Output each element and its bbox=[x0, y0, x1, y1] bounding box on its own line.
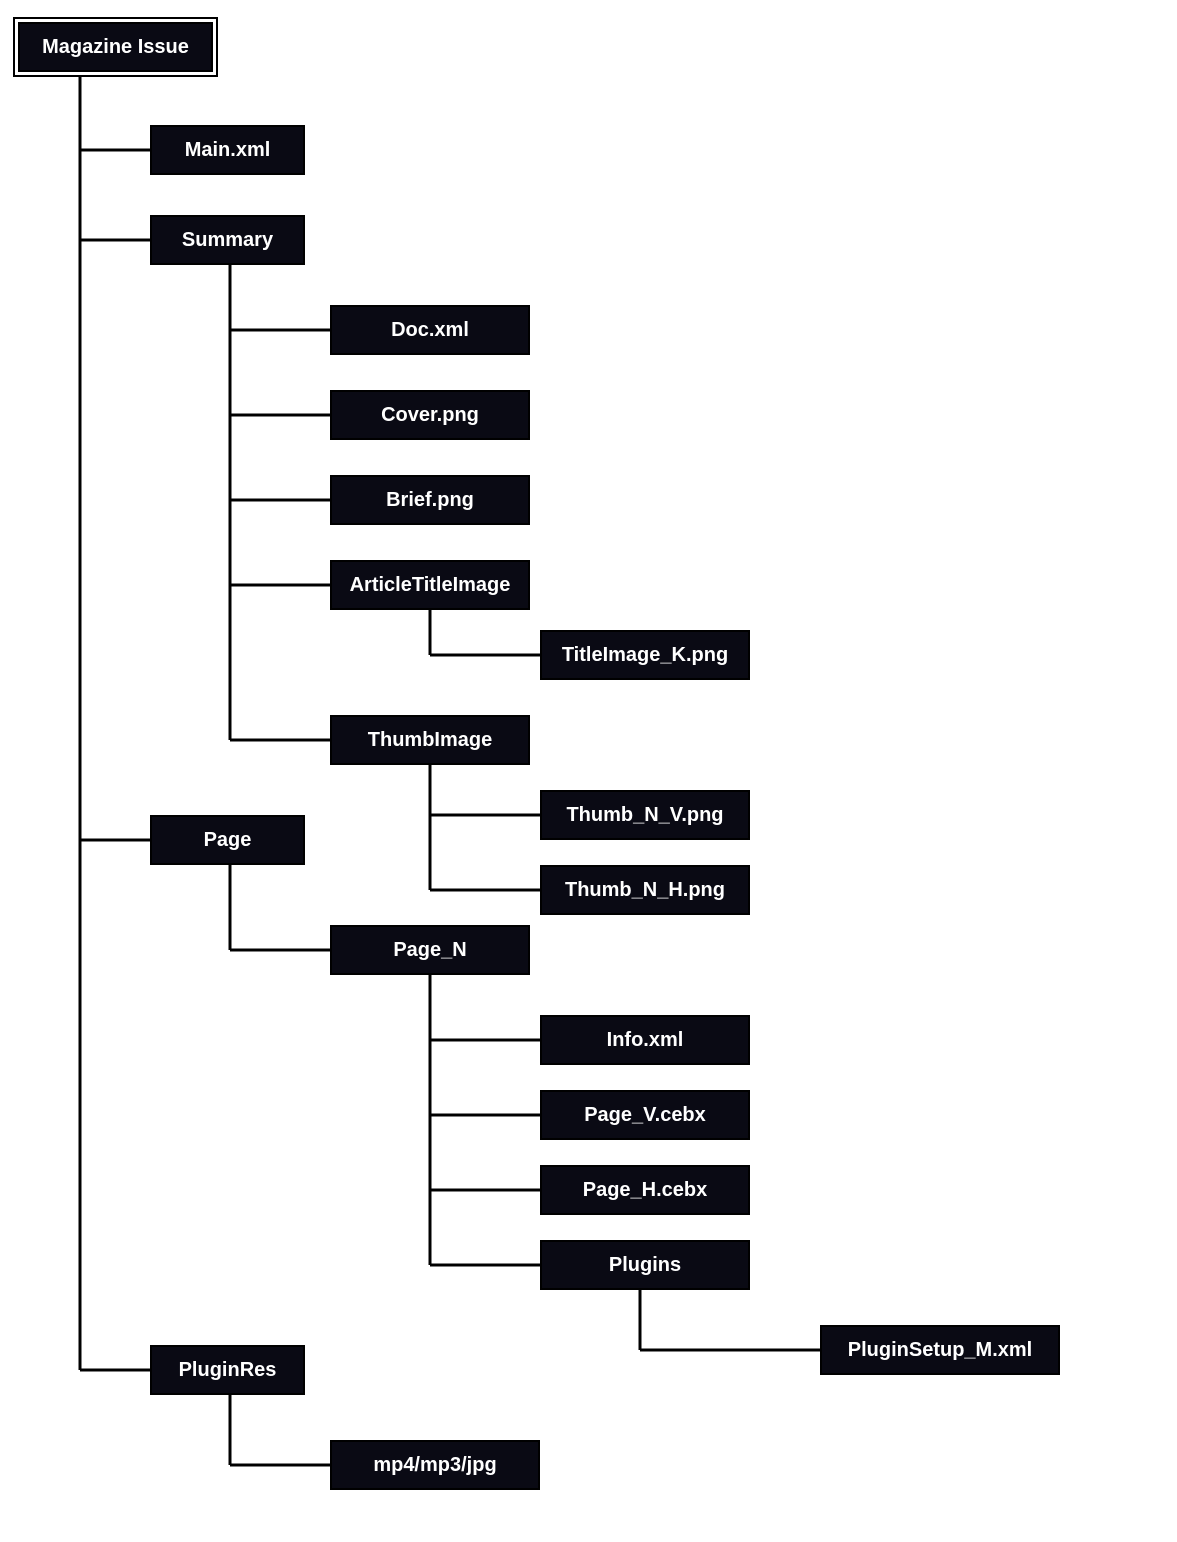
node-label: Page_N bbox=[393, 939, 466, 962]
node-label: Page bbox=[204, 829, 252, 852]
node-label: Summary bbox=[182, 229, 273, 252]
node-main-xml: Main.xml bbox=[150, 125, 305, 175]
node-label: Page_V.cebx bbox=[584, 1104, 706, 1127]
node-label: Plugins bbox=[609, 1254, 681, 1277]
node-label: mp4/mp3/jpg bbox=[373, 1454, 496, 1477]
node-label: ArticleTitleImage bbox=[350, 574, 511, 597]
node-doc-xml: Doc.xml bbox=[330, 305, 530, 355]
node-info-xml: Info.xml bbox=[540, 1015, 750, 1065]
node-label: TitleImage_K.png bbox=[562, 644, 728, 667]
node-page-n: Page_N bbox=[330, 925, 530, 975]
node-brief-png: Brief.png bbox=[330, 475, 530, 525]
node-article-title-image: ArticleTitleImage bbox=[330, 560, 530, 610]
node-page-h-cebx: Page_H.cebx bbox=[540, 1165, 750, 1215]
node-magazine-issue: Magazine Issue bbox=[18, 22, 213, 72]
node-label: Page_H.cebx bbox=[583, 1179, 708, 1202]
node-label: Brief.png bbox=[386, 489, 474, 512]
node-label: Main.xml bbox=[185, 139, 271, 162]
node-label: Cover.png bbox=[381, 404, 479, 427]
node-summary: Summary bbox=[150, 215, 305, 265]
diagram-canvas: Magazine Issue Main.xml Summary Page Plu… bbox=[0, 0, 1177, 1542]
node-cover-png: Cover.png bbox=[330, 390, 530, 440]
node-label: Thumb_N_H.png bbox=[565, 879, 725, 902]
node-thumb-image: ThumbImage bbox=[330, 715, 530, 765]
node-plugin-setup-m: PluginSetup_M.xml bbox=[820, 1325, 1060, 1375]
node-label: Magazine Issue bbox=[42, 36, 189, 59]
node-mp4-mp3-jpg: mp4/mp3/jpg bbox=[330, 1440, 540, 1490]
node-thumb-n-v: Thumb_N_V.png bbox=[540, 790, 750, 840]
node-title-image-k: TitleImage_K.png bbox=[540, 630, 750, 680]
node-label: PluginRes bbox=[179, 1359, 277, 1382]
node-label: Thumb_N_V.png bbox=[566, 804, 723, 827]
node-label: Doc.xml bbox=[391, 319, 469, 342]
node-label: ThumbImage bbox=[368, 729, 492, 752]
node-label: Info.xml bbox=[607, 1029, 684, 1052]
node-plugin-res: PluginRes bbox=[150, 1345, 305, 1395]
node-plugins: Plugins bbox=[540, 1240, 750, 1290]
node-thumb-n-h: Thumb_N_H.png bbox=[540, 865, 750, 915]
node-label: PluginSetup_M.xml bbox=[848, 1339, 1032, 1362]
node-page-v-cebx: Page_V.cebx bbox=[540, 1090, 750, 1140]
node-page: Page bbox=[150, 815, 305, 865]
